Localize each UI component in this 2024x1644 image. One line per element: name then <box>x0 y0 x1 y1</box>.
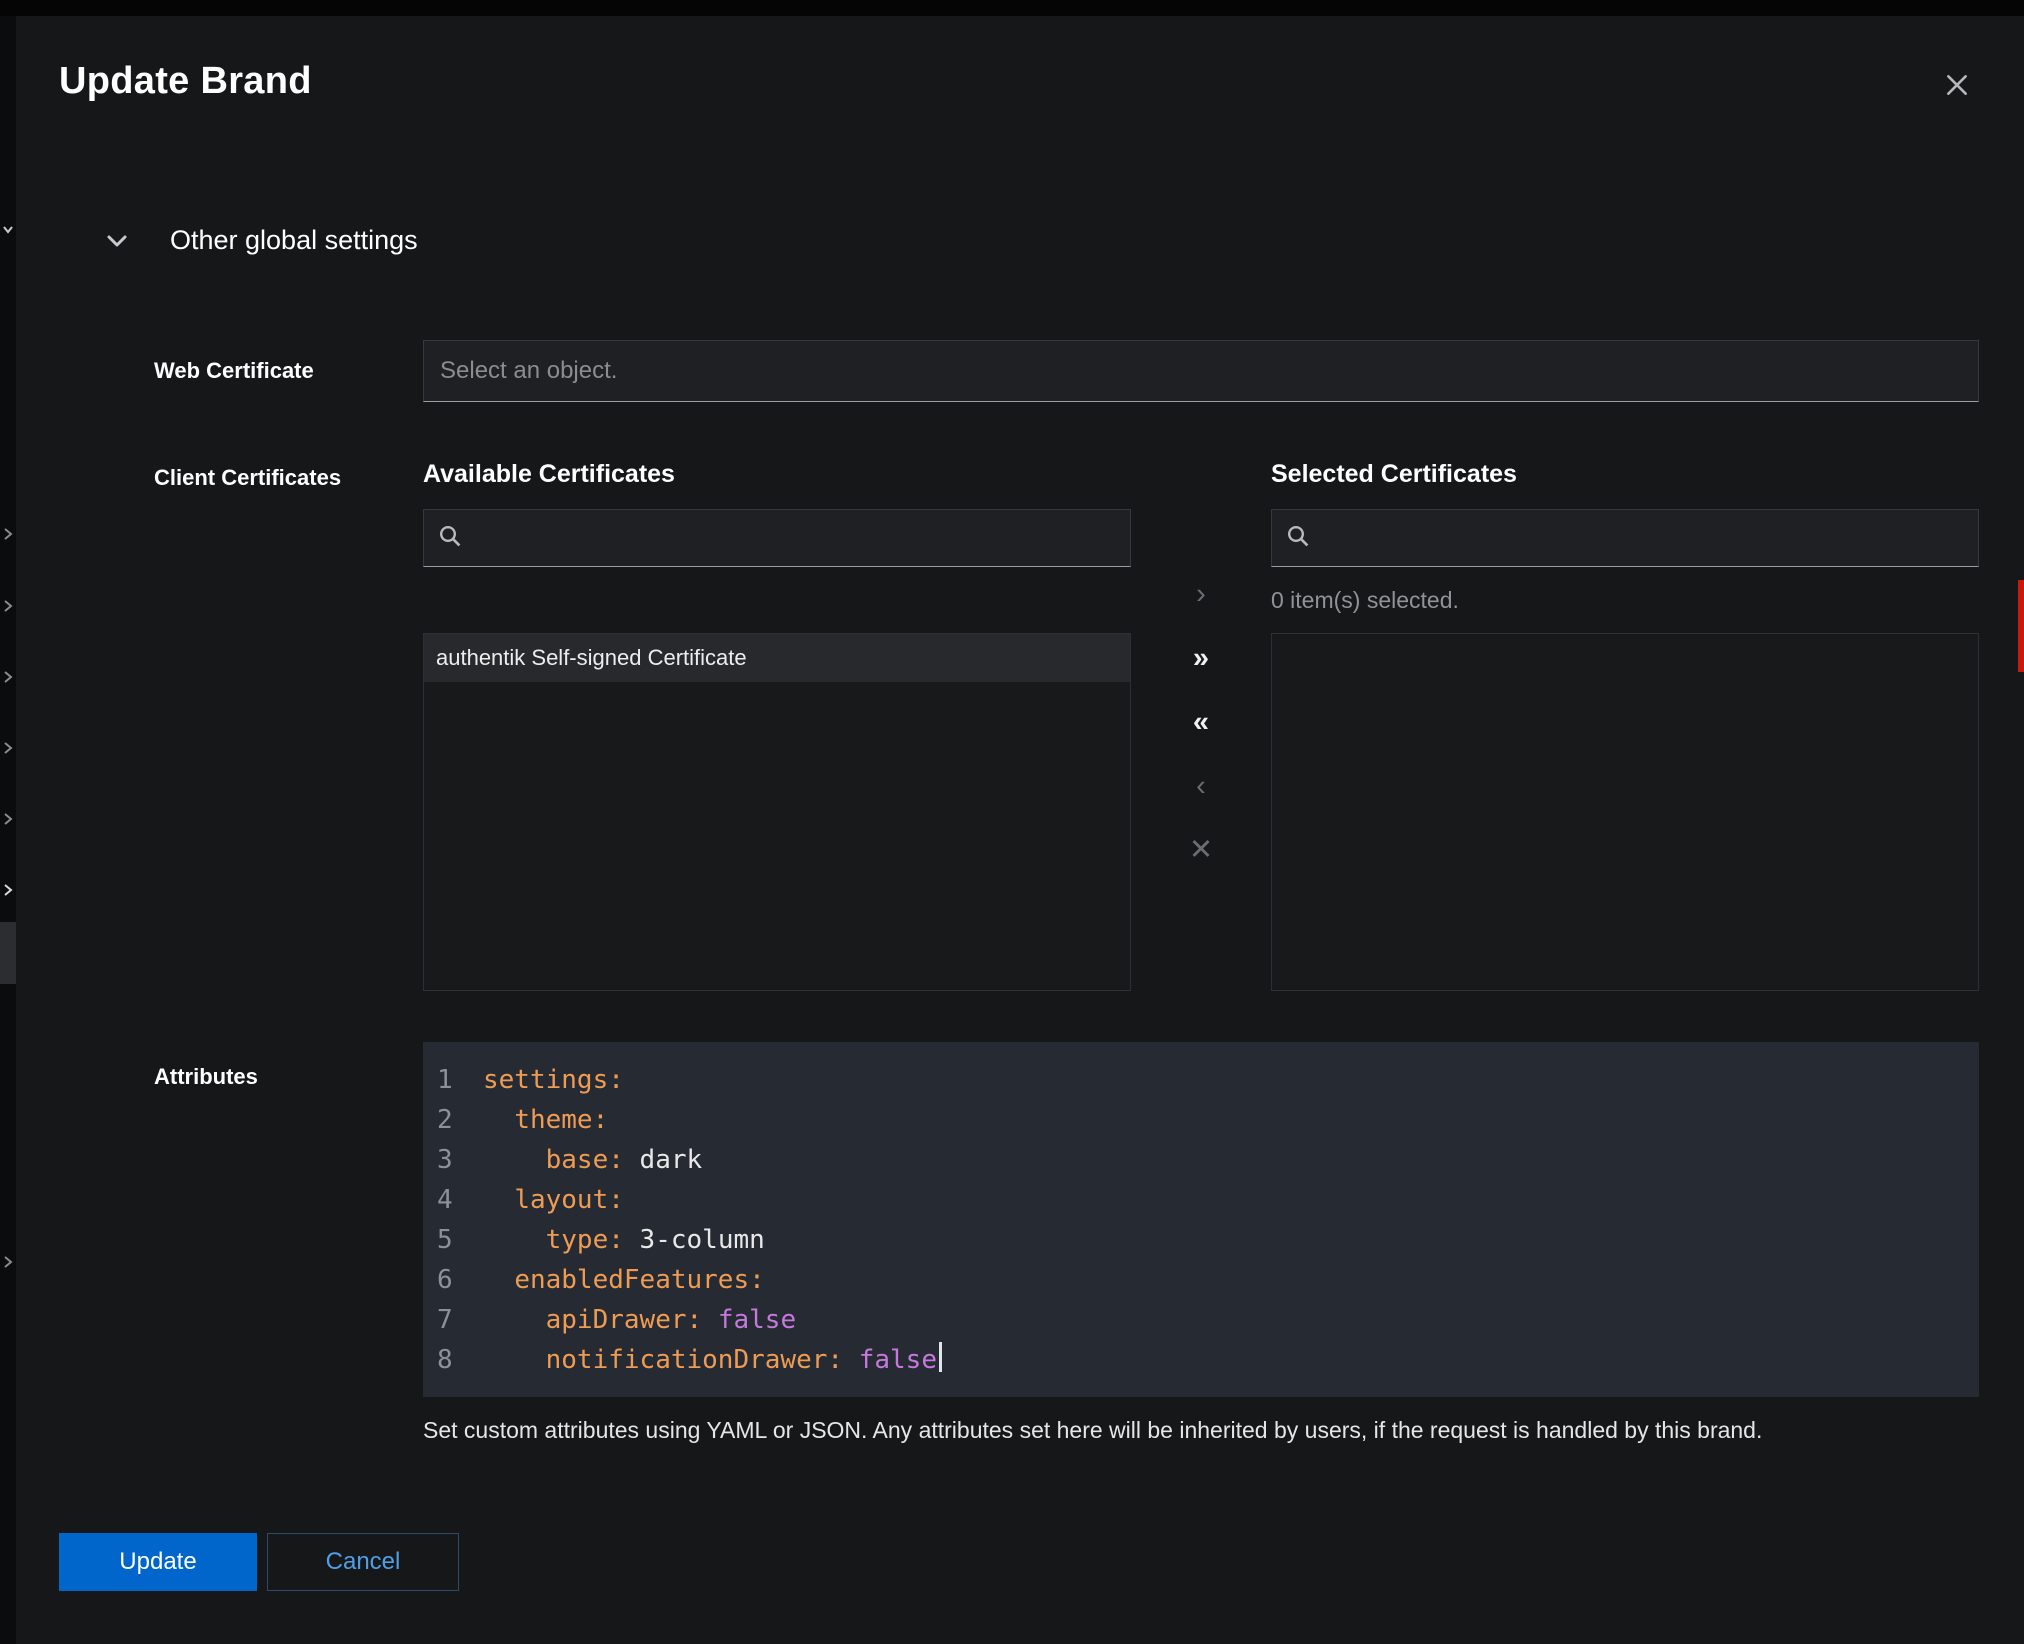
line-number: 2 <box>437 1100 455 1140</box>
line-number: 5 <box>437 1220 455 1260</box>
available-certificates-pane: Available Certificates authentik Self-si… <box>423 459 1131 991</box>
available-search <box>423 509 1131 567</box>
available-certificates-header: Available Certificates <box>423 459 1131 489</box>
selected-certificates-header: Selected Certificates <box>1271 459 1979 489</box>
available-status <box>423 567 1131 633</box>
add-selected-button[interactable]: › <box>1171 573 1231 615</box>
background-active-nav-item <box>0 922 16 984</box>
selected-certificates-list[interactable] <box>1271 633 1979 991</box>
remove-all-button[interactable]: « <box>1171 701 1231 743</box>
clear-button[interactable]: ✕ <box>1171 829 1231 871</box>
available-certificates-list[interactable]: authentik Self-signed Certificate <box>423 633 1131 991</box>
attributes-row: Attributes 1settings:2 theme:3 base: dar… <box>154 1042 1979 1445</box>
dual-list-selector: Available Certificates authentik Self-si… <box>423 459 1979 991</box>
modal-header: Update Brand <box>16 16 2024 104</box>
remove-selected-button[interactable]: ‹ <box>1171 765 1231 807</box>
background-alert-edge <box>2018 580 2024 672</box>
line-number: 4 <box>437 1180 455 1220</box>
chevron-down-icon <box>106 234 128 248</box>
cancel-button[interactable]: Cancel <box>267 1533 459 1591</box>
selected-search <box>1271 509 1979 567</box>
modal-footer: Update Cancel <box>16 1533 2024 1591</box>
selected-search-input[interactable] <box>1322 525 1964 552</box>
code-line: 3 base: dark <box>423 1140 1979 1180</box>
update-button[interactable]: Update <box>59 1533 257 1591</box>
background-sidebar-edge <box>0 16 16 1644</box>
code-line: 4 layout: <box>423 1180 1979 1220</box>
line-number: 7 <box>437 1300 455 1340</box>
selected-certificates-pane: Selected Certificates 0 item(s) selected… <box>1271 459 1979 991</box>
client-certificates-row: Client Certificates Available Certificat… <box>154 459 1979 991</box>
chevron-right-icon <box>1 526 13 547</box>
chevron-right-icon <box>1 882 13 903</box>
attributes-label: Attributes <box>154 1042 423 1445</box>
update-brand-modal: Update Brand Other global settings Web C… <box>16 16 2024 1644</box>
text-cursor <box>939 1342 942 1372</box>
add-all-button[interactable]: » <box>1171 637 1231 679</box>
close-button[interactable] <box>1938 66 1976 104</box>
chevron-right-icon <box>1 1254 13 1275</box>
web-certificate-label: Web Certificate <box>154 358 423 384</box>
code-line: 2 theme: <box>423 1100 1979 1140</box>
web-certificate-select[interactable] <box>423 340 1979 402</box>
chevron-right-icon <box>1 740 13 761</box>
section-label: Other global settings <box>170 225 418 256</box>
list-item[interactable]: authentik Self-signed Certificate <box>424 634 1130 682</box>
transfer-controls: › » « ‹ ✕ <box>1131 459 1271 991</box>
selected-status: 0 item(s) selected. <box>1271 567 1979 633</box>
line-number: 6 <box>437 1260 455 1300</box>
modal-title: Update Brand <box>59 58 312 104</box>
update-brand-form: Web Certificate Client Certificates Avai… <box>16 340 2024 1445</box>
search-icon <box>1286 524 1310 553</box>
code-line: 6 enabledFeatures: <box>423 1260 1979 1300</box>
search-icon <box>438 524 462 553</box>
line-number: 8 <box>437 1340 455 1380</box>
chevron-right-icon <box>1 811 13 832</box>
line-number: 1 <box>437 1060 455 1100</box>
client-certificates-label: Client Certificates <box>154 459 423 991</box>
chevron-down-icon <box>1 222 15 241</box>
available-search-input[interactable] <box>474 525 1116 552</box>
section-other-global-settings[interactable]: Other global settings <box>106 225 418 256</box>
line-number: 3 <box>437 1140 455 1180</box>
code-line: 5 type: 3-column <box>423 1220 1979 1260</box>
chevron-right-icon <box>1 598 13 619</box>
chevron-right-icon <box>1 669 13 690</box>
attributes-code-editor[interactable]: 1settings:2 theme:3 base: dark4 layout:5… <box>423 1042 1979 1397</box>
code-line: 8 notificationDrawer: false <box>423 1340 1979 1380</box>
code-line: 1settings: <box>423 1060 1979 1100</box>
web-certificate-row: Web Certificate <box>154 340 1979 402</box>
attributes-field: 1settings:2 theme:3 base: dark4 layout:5… <box>423 1042 1979 1445</box>
attributes-help-text: Set custom attributes using YAML or JSON… <box>423 1415 1979 1445</box>
code-line: 7 apiDrawer: false <box>423 1300 1979 1340</box>
close-icon <box>1944 86 1970 101</box>
